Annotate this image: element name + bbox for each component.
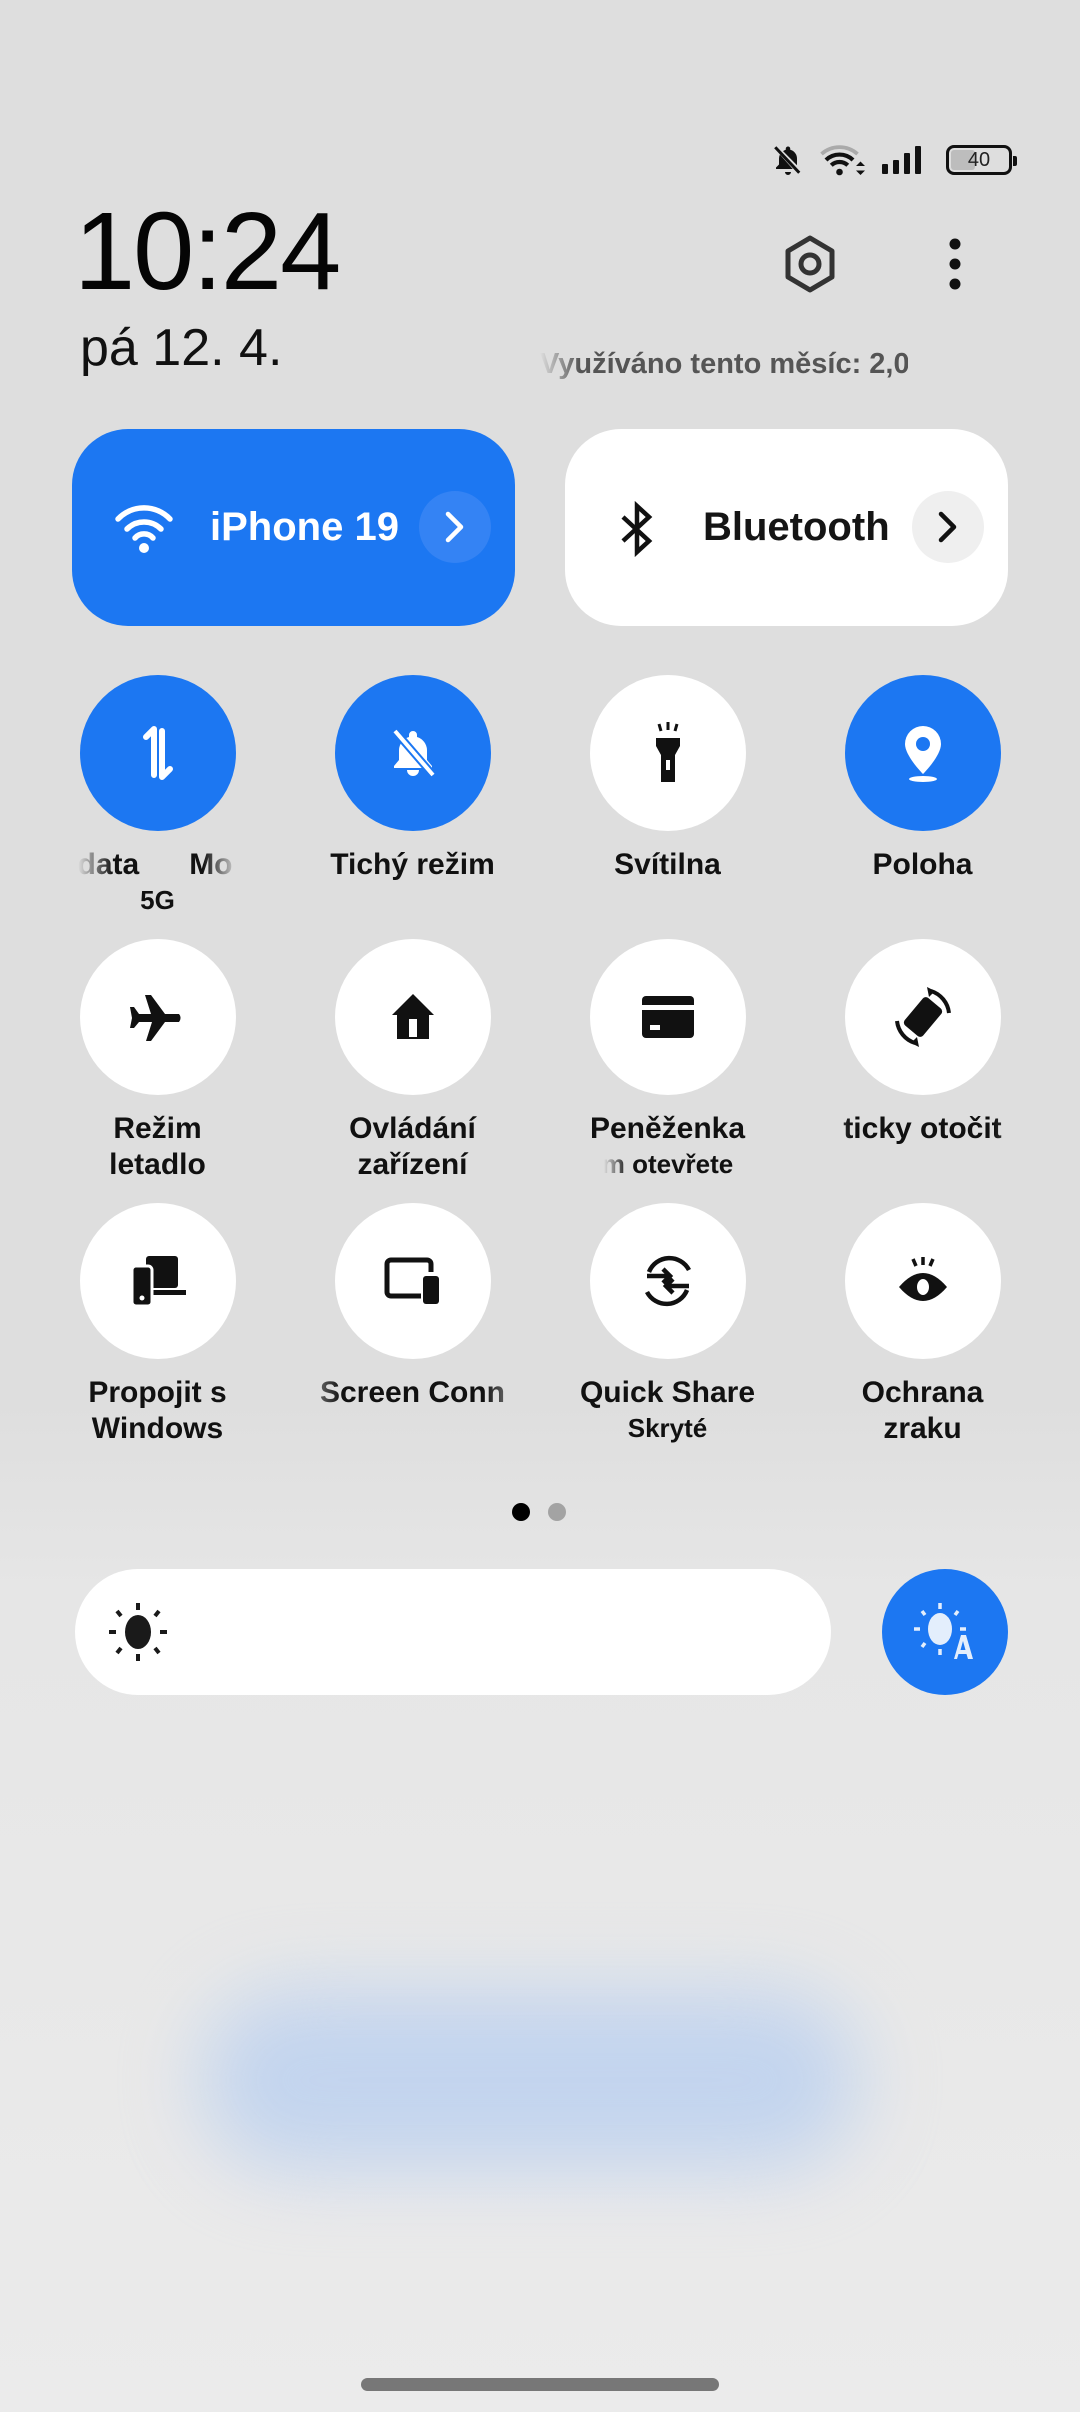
toggle-location[interactable]: Poloha [795, 675, 1050, 883]
location-button[interactable] [844, 675, 1001, 831]
airplane-mode-button[interactable] [79, 939, 236, 1095]
toggle-label-line2: zařízení [357, 1148, 468, 1181]
toggle-link-to-windows[interactable]: Propojit s Windows [30, 1203, 285, 1447]
settings-button[interactable] [770, 224, 850, 304]
chevron-right-icon [445, 511, 464, 543]
battery-level: 40 [967, 149, 991, 171]
toggle-label: Poloha [872, 848, 973, 881]
eye-icon [898, 1257, 947, 1301]
toggle-airplane-mode[interactable]: Režim letadlo [30, 939, 285, 1183]
toggle-flashlight[interactable]: Svítilna [540, 675, 795, 883]
page-dot[interactable] [548, 1503, 566, 1521]
device-control-button[interactable] [334, 939, 491, 1095]
signal-icon [882, 144, 926, 176]
mobile-data-icon [142, 726, 173, 780]
bluetooth-label: Bluetooth [703, 505, 890, 549]
eye-comfort-button[interactable] [844, 1203, 1001, 1359]
toggle-sublabel: 5G [140, 885, 175, 915]
wallet-card-icon [641, 996, 694, 1038]
toggle-label: Tichý režim [330, 848, 495, 881]
mobile-data-button[interactable] [79, 675, 236, 831]
airplane-icon [129, 995, 181, 1041]
date[interactable]: pá 12. 4. [80, 318, 282, 378]
blurred-background-content [200, 1990, 860, 2170]
toggle-screen-connect[interactable]: Screen Conn [285, 1203, 540, 1411]
link-to-windows-icon [130, 1256, 186, 1308]
screen-connect-button[interactable] [334, 1203, 491, 1359]
toggle-label: Peněženka [589, 1112, 746, 1145]
toggle-label: Režim [113, 1112, 202, 1145]
silent-mode-button[interactable] [334, 675, 491, 831]
toggle-label-line2: Windows [91, 1412, 224, 1445]
toggle-label: Quick Share [579, 1376, 756, 1409]
home-gesture-bar[interactable] [361, 2378, 719, 2391]
quick-share-icon [644, 1255, 691, 1307]
gear-icon [785, 235, 835, 293]
toggle-label: Ochrana [861, 1376, 984, 1409]
flashlight-icon [655, 722, 680, 782]
bluetooth-tile[interactable]: Bluetooth [565, 429, 1008, 626]
wifi-network-name: iPhone 19 [210, 505, 399, 549]
toggle-label: ticky otočit [843, 1112, 1002, 1145]
page-indicator [512, 1503, 566, 1521]
page-dot-active[interactable] [512, 1503, 530, 1521]
wifi-details-button[interactable] [419, 491, 491, 563]
wifi-icon [112, 497, 176, 561]
toggle-mobile-data[interactable]: data Mo 5G [30, 675, 285, 917]
chevron-right-icon [938, 511, 957, 543]
flashlight-button[interactable] [589, 675, 746, 831]
home-icon [391, 994, 434, 1039]
toggle-label: Ovládání [349, 1112, 476, 1145]
battery-icon: 40 [946, 145, 1017, 175]
screen-connect-icon [384, 1257, 439, 1304]
toggle-label: Svítilna [614, 848, 721, 881]
toggle-silent-mode[interactable]: Tichý režim [285, 675, 540, 883]
toggle-auto-rotate[interactable]: ticky otočit [795, 939, 1050, 1147]
auto-brightness-icon [914, 1603, 973, 1659]
wifi-tile[interactable]: iPhone 19 [72, 429, 515, 626]
data-usage-text: Využíváno tento měsíc: 2,08 MB [540, 348, 908, 380]
toggle-sublabel: m otevřete [601, 1149, 734, 1179]
toggle-label: Propojit s [88, 1376, 227, 1409]
link-to-windows-button[interactable] [79, 1203, 236, 1359]
bluetooth-icon [605, 497, 669, 561]
toggle-quick-share[interactable]: Quick Share Skryté [540, 1203, 795, 1445]
auto-brightness-button[interactable] [882, 1569, 1008, 1695]
toggle-label: Screen Conn [319, 1376, 506, 1409]
toggle-eye-comfort[interactable]: Ochrana zraku [795, 1203, 1050, 1447]
quick-share-button[interactable] [589, 1203, 746, 1359]
sun-icon [105, 1599, 171, 1665]
status-bar: 40 [770, 138, 1020, 182]
more-vertical-icon [949, 238, 961, 290]
toggle-wallet[interactable]: Peněženka m otevřete [540, 939, 795, 1181]
auto-rotate-button[interactable] [844, 939, 1001, 1095]
toggle-label: data Mo [77, 848, 233, 881]
bluetooth-details-button[interactable] [912, 491, 984, 563]
clock[interactable]: 10:24 [74, 192, 341, 312]
wallet-button[interactable] [589, 939, 746, 1095]
toggle-label-line2: letadlo [109, 1148, 206, 1181]
bell-off-icon [391, 728, 436, 778]
bell-off-icon [770, 142, 806, 178]
location-pin-icon [904, 726, 941, 782]
rotate-icon [894, 987, 951, 1047]
more-options-button[interactable] [925, 224, 985, 304]
wifi-icon [820, 142, 868, 178]
brightness-slider[interactable] [75, 1569, 831, 1695]
toggle-sublabel: Skryté [627, 1413, 708, 1443]
toggle-label-line2: zraku [883, 1412, 962, 1445]
toggle-device-control[interactable]: Ovládání zařízení [285, 939, 540, 1183]
